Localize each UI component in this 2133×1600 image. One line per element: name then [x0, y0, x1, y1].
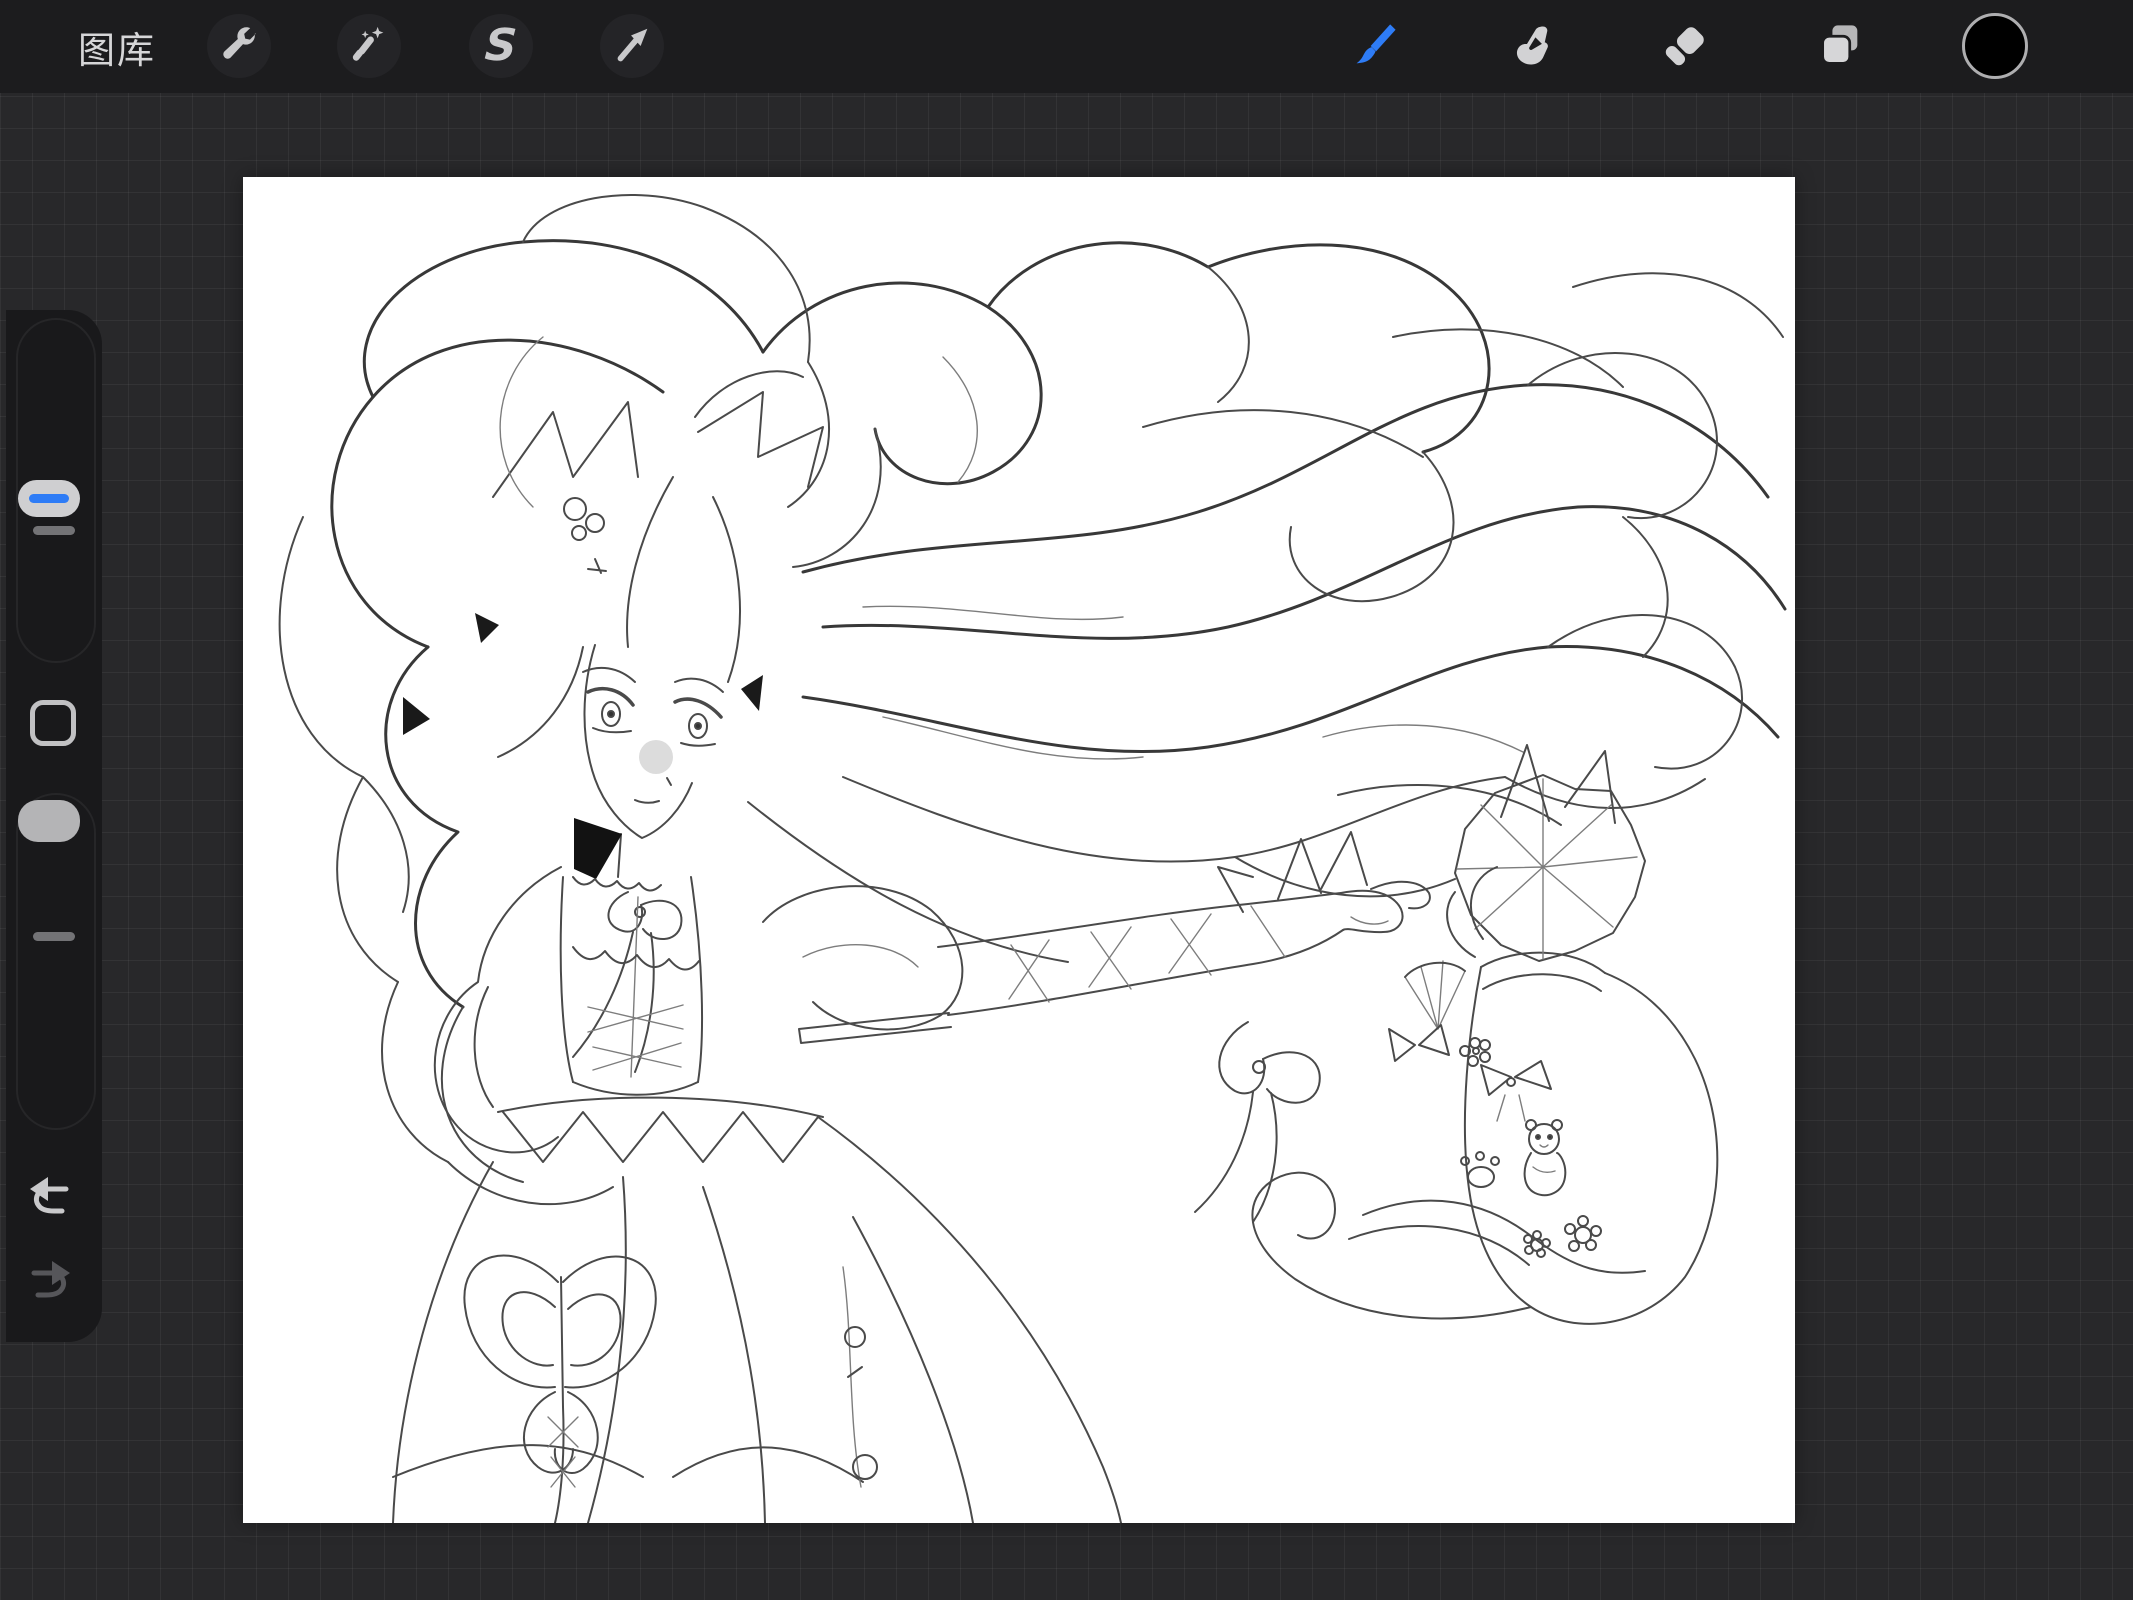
artwork-pouch: [1251, 744, 1719, 1325]
opacity-handle[interactable]: [18, 800, 80, 842]
artwork-blush: [639, 740, 673, 774]
top-toolbar: 图库 S: [0, 0, 2133, 93]
smudge-tool-button[interactable]: [1498, 14, 1562, 78]
paint-brush-icon: [1356, 24, 1396, 64]
artwork-hair-shadows: [403, 613, 763, 735]
smudge-finger-icon: [1516, 26, 1548, 65]
artwork-hair-outline: [330, 239, 1787, 1009]
erase-tool-button[interactable]: [1653, 14, 1717, 78]
brush-size-tick: [33, 526, 75, 535]
drawing-canvas[interactable]: [243, 177, 1795, 1523]
modify-button[interactable]: [30, 700, 76, 746]
opacity-tick: [33, 932, 75, 941]
redo-button[interactable]: [24, 1256, 76, 1304]
transform-button[interactable]: [600, 14, 664, 78]
transform-arrow-icon: [617, 28, 648, 62]
eraser-icon: [1665, 27, 1704, 66]
selection-button[interactable]: S: [469, 14, 533, 78]
canvas-artwork: [278, 193, 1787, 1523]
artwork-butterfly-ornament: [463, 1254, 657, 1523]
artwork-dress: [392, 866, 1122, 1523]
color-swatch[interactable]: [1962, 13, 2028, 79]
undo-arrow-icon: [30, 1177, 69, 1214]
artwork-hair-strands: [278, 193, 1784, 1206]
adjustments-button[interactable]: [337, 14, 401, 78]
gallery-button[interactable]: 图库: [52, 0, 182, 93]
artwork-hair-texture: [499, 336, 1524, 760]
artwork-neck-shadow: [574, 818, 622, 879]
brush-size-handle[interactable]: [18, 480, 80, 517]
actions-button[interactable]: [207, 14, 271, 78]
artwork-hair-ornament: [563, 497, 607, 574]
layers-icon: [1821, 25, 1858, 65]
undo-button[interactable]: [24, 1172, 76, 1220]
sidebar-controls: [6, 310, 102, 1342]
magic-wand-icon: [352, 26, 384, 61]
artwork-arm: [762, 831, 1431, 1223]
brush-size-indicator: [29, 494, 69, 503]
paint-tool-button[interactable]: [1343, 14, 1407, 78]
selection-s-icon: S: [483, 20, 519, 71]
procreate-app: 图库 S: [0, 0, 2133, 1600]
layers-button[interactable]: [1808, 14, 1872, 78]
wrench-icon: [223, 27, 256, 59]
opacity-slider[interactable]: [16, 793, 96, 1130]
redo-arrow-icon: [31, 1261, 70, 1298]
